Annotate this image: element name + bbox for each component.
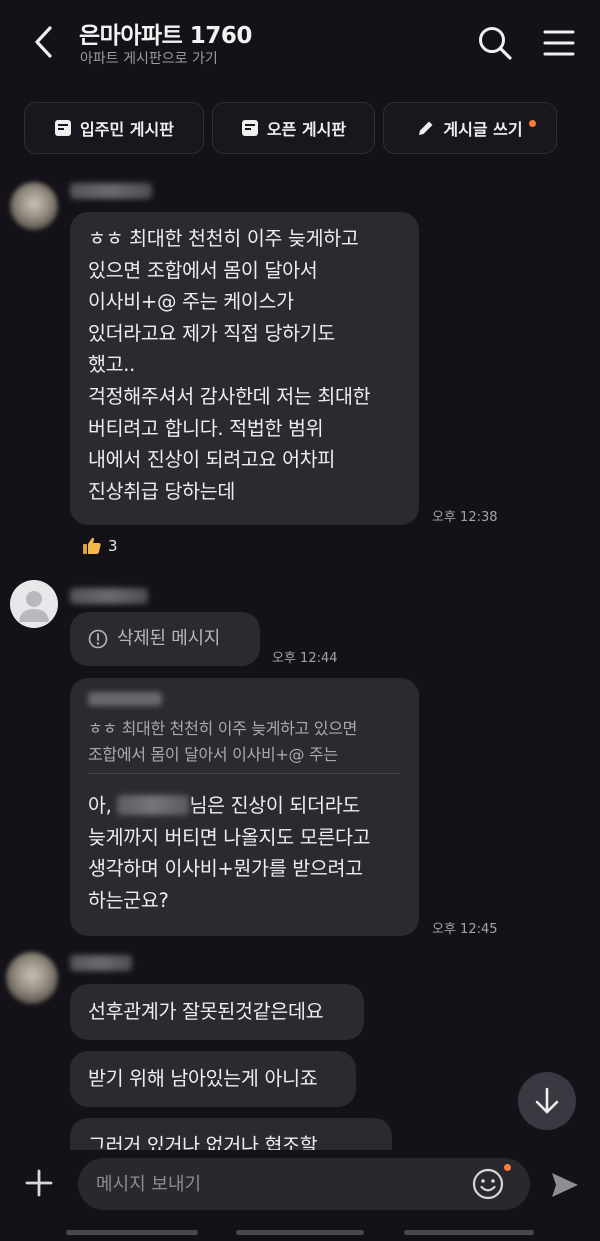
reply-line: 늦게까지 버티면 나올지도 모른다고 [88, 825, 371, 849]
deleted-message-label: 삭제된 메시지 [117, 628, 220, 650]
message-bubble[interactable]: ㅎㅎ 최대한 천천히 이주 늦게하고 있으면 조합에서 몸이 달아서 이사비+@… [70, 212, 419, 525]
resident-board-button[interactable]: 입주민 게시판 [24, 102, 204, 154]
quote-divider [88, 773, 401, 774]
message-bubble[interactable]: 그러거 있거나 없거나 협조할 [70, 1118, 392, 1150]
smiley-icon [472, 1168, 504, 1200]
message-line: 했고.. [88, 353, 136, 377]
message-line: 걱정해주셔서 감사한데 저는 최대한 [88, 384, 371, 408]
mentioned-name-blurred [117, 795, 190, 815]
reply-suffix: 님은 진상이 되더라도 [189, 794, 360, 817]
message-text: 받기 위해 남아있는게 아니죠 [88, 1067, 318, 1091]
resident-board-label: 입주민 게시판 [80, 120, 174, 139]
gesture-bar [66, 1230, 198, 1235]
sender-name-blurred [70, 183, 152, 199]
search-button[interactable] [474, 22, 516, 64]
thumbs-up-icon [83, 537, 101, 554]
message-line: 내에서 진상이 되려고요 어차피 [88, 448, 336, 472]
reply-line: 아, 님은 진상이 되더라도 [88, 790, 370, 822]
quoted-sender-name-blurred [88, 692, 162, 706]
board-icon [54, 119, 72, 137]
attach-button[interactable] [22, 1166, 56, 1200]
message-line: ㅎㅎ 최대한 천천히 이주 늦게하고 [88, 227, 359, 250]
reply-line: 생각하며 이사비+뭔가를 받으려고 [88, 857, 363, 881]
sender-name-blurred [70, 588, 148, 604]
hamburger-menu-icon [543, 30, 575, 56]
message-line: 있으면 조합에서 몸이 달아서 [88, 258, 318, 282]
message-input[interactable] [78, 1158, 530, 1210]
open-board-button[interactable]: 오픈 게시판 [212, 102, 375, 154]
board-shortcuts: 입주민 게시판 오픈 게시판 게시글 쓰기 [0, 102, 600, 156]
page-title: 은마아파트 1760 [79, 23, 252, 49]
info-circle-icon [88, 629, 108, 649]
board-icon [241, 119, 259, 137]
message-composer [0, 1150, 600, 1241]
reply-line: 하는군요? [88, 888, 169, 912]
quote-line: 조합에서 몸이 달아서 이사비+@ 주는 [88, 745, 338, 764]
arrow-down-icon [535, 1087, 559, 1114]
menu-button[interactable] [538, 22, 580, 64]
message-text: 그러거 있거나 없거나 협조할 [88, 1134, 318, 1150]
chevron-left-icon [35, 26, 52, 58]
quoted-message[interactable]: ㅎㅎ 최대한 천천히 이주 늦게하고 있으면 조합에서 몸이 달아서 이사비+@… [88, 716, 357, 768]
top-app-bar: 은마아파트 1760 아파트 게시판으로 가기 [0, 0, 600, 90]
search-icon [479, 27, 512, 60]
deleted-message-bubble[interactable]: 삭제된 메시지 [70, 612, 260, 666]
gesture-bar [236, 1230, 364, 1235]
message-text: 선후관계가 잘못된것같은데요 [88, 1000, 324, 1024]
message-line: 진상취급 당하는데 [88, 479, 236, 503]
pencil-icon [417, 119, 435, 137]
message-line: 있더라고요 제가 직접 당하기도 [88, 321, 336, 345]
emoji-button[interactable] [470, 1164, 511, 1202]
send-icon [552, 1173, 578, 1197]
emoji-new-dot [504, 1164, 511, 1171]
message-timestamp: 오후 12:45 [432, 922, 498, 937]
message-line: 버티려고 합니다. 적법한 범위 [88, 416, 324, 440]
message-bubble[interactable]: 받기 위해 남아있는게 아니죠 [70, 1051, 356, 1107]
send-button[interactable] [548, 1168, 582, 1202]
reaction-count: 3 [108, 537, 118, 555]
back-button[interactable] [26, 22, 60, 62]
message-timestamp: 오후 12:38 [432, 510, 498, 525]
plus-icon [25, 1169, 53, 1197]
write-post-label: 게시글 쓰기 [443, 120, 523, 139]
reply-prefix: 아, [88, 794, 118, 817]
gesture-bar [404, 1230, 534, 1235]
deleted-message: 삭제된 메시지 [88, 623, 220, 655]
message-bubble[interactable]: 선후관계가 잘못된것같은데요 [70, 984, 364, 1040]
sender-name-blurred [70, 955, 132, 971]
message-line: 이사비+@ 주는 케이스가 [88, 290, 294, 314]
write-post-button[interactable]: 게시글 쓰기 [383, 102, 557, 154]
reply-text: 아, 님은 진상이 되더라도 늦게까지 버티면 나올지도 모른다고 생각하며 이… [88, 790, 371, 916]
scroll-to-bottom-button[interactable] [518, 1072, 576, 1130]
reaction-badge[interactable]: 3 [82, 536, 118, 556]
avatar[interactable] [10, 182, 58, 230]
go-to-apartment-board-link[interactable]: 아파트 게시판으로 가기 [80, 48, 218, 68]
reply-message-bubble[interactable]: ㅎㅎ 최대한 천천히 이주 늦게하고 있으면 조합에서 몸이 달아서 이사비+@… [70, 678, 419, 936]
open-board-label: 오픈 게시판 [266, 120, 347, 139]
new-notification-dot [529, 120, 536, 127]
user-silhouette-icon [19, 591, 49, 622]
message-timestamp: 오후 12:44 [272, 651, 338, 666]
avatar[interactable] [6, 952, 58, 1004]
quote-line: ㅎㅎ 최대한 천천히 이주 늦게하고 있으면 [88, 719, 358, 738]
default-avatar[interactable] [10, 580, 58, 628]
